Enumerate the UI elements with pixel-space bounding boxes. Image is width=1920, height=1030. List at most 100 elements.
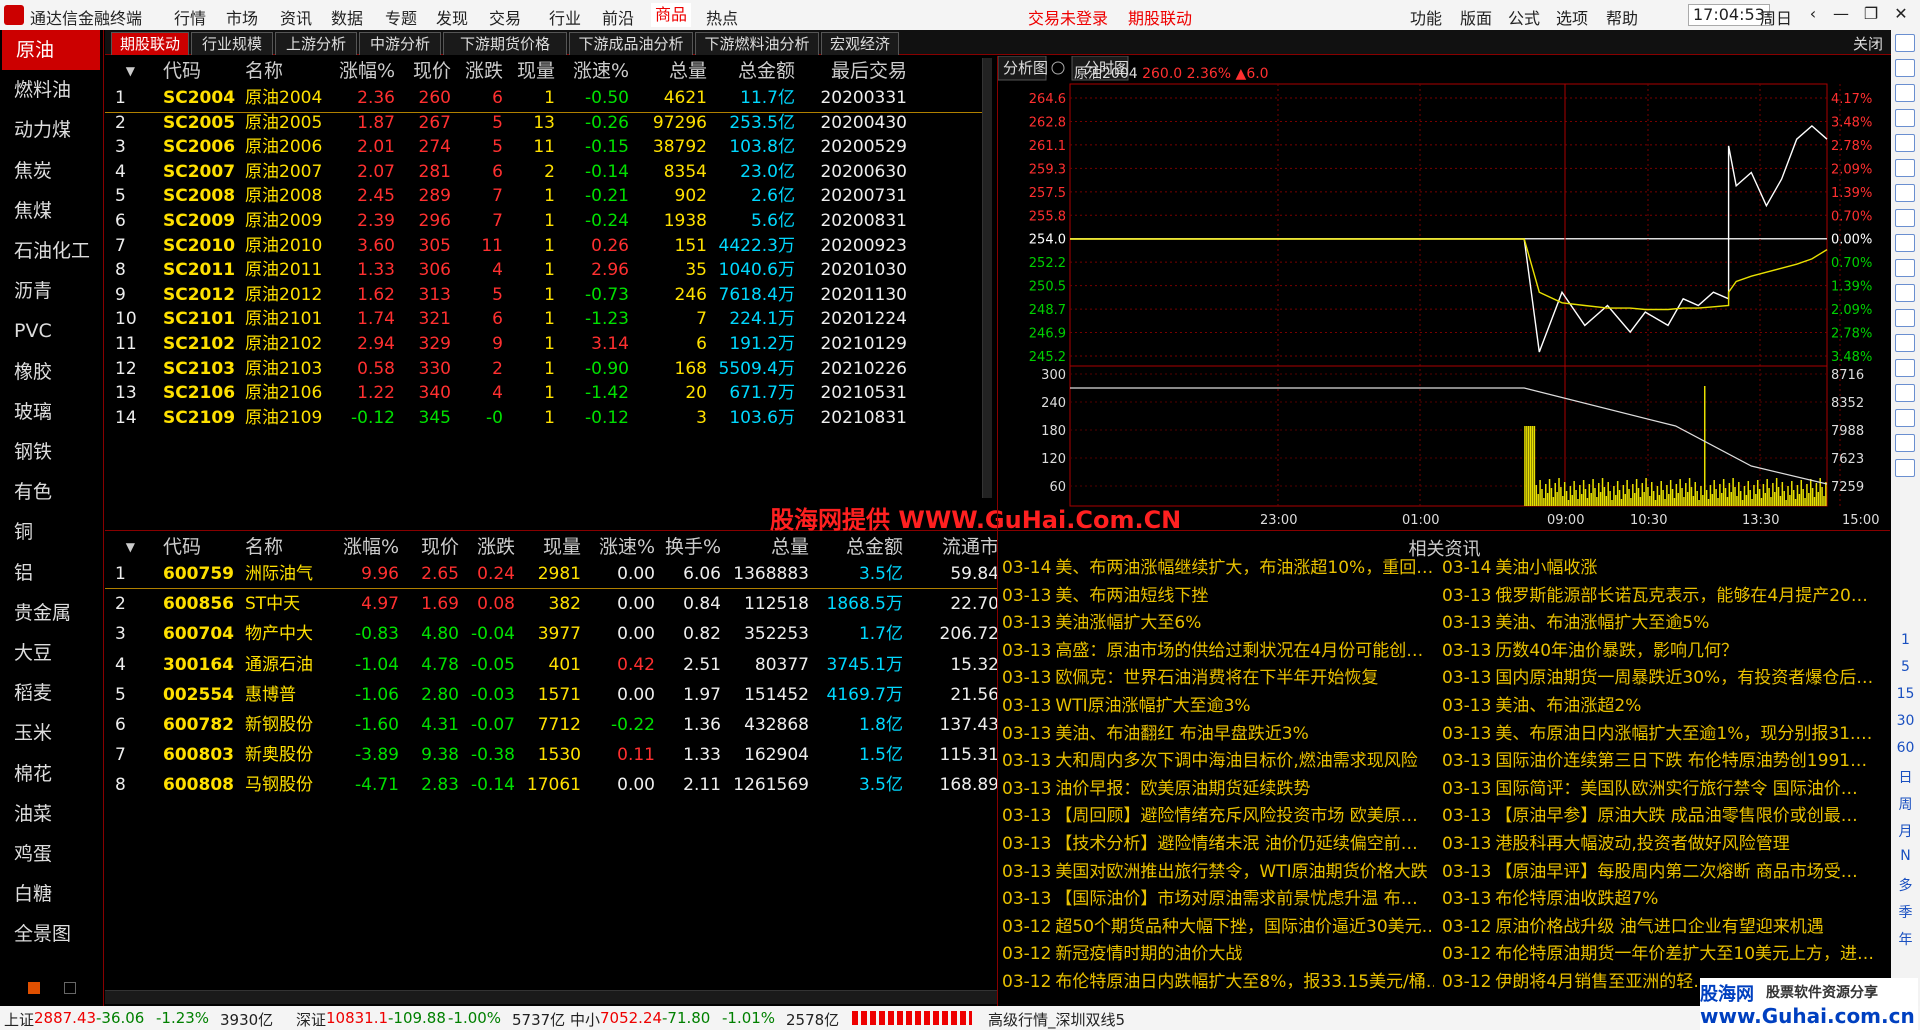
- menu-item-right[interactable]: 公式: [1508, 5, 1540, 29]
- sidebar-item[interactable]: 原油: [2, 30, 100, 70]
- tool-icon[interactable]: [1895, 309, 1915, 327]
- tab[interactable]: 期股联动: [111, 32, 189, 55]
- sidebar-item[interactable]: 贵金属: [0, 593, 104, 633]
- tab[interactable]: 下游成品油分析: [569, 32, 693, 55]
- layout-toggle-icon[interactable]: [64, 982, 76, 994]
- menu-item[interactable]: 资讯: [280, 5, 312, 29]
- table-row[interactable]: 3 600704 物产中大 -0.83 4.80 -0.04 3977 0.00 0.82 352…: [105, 619, 997, 649]
- futures-col-header[interactable]: 现价: [401, 56, 451, 86]
- stocks-col-header[interactable]: 现价: [401, 532, 459, 562]
- news-item[interactable]: 03-12 布伦特原油日内跌幅扩大至8%，报33.15美元/桶…: [1002, 969, 1434, 995]
- news-item[interactable]: 03-13 大和周内多次下调中海油目标价,燃油需求现风险: [1002, 748, 1434, 774]
- stocks-hscrollbar[interactable]: [105, 990, 997, 1004]
- tab[interactable]: 下游燃料油分析: [695, 32, 819, 55]
- menu-item-right[interactable]: 帮助: [1606, 5, 1638, 29]
- menu-item-right[interactable]: 选项: [1556, 5, 1588, 29]
- sidebar-item[interactable]: 鸡蛋: [0, 834, 104, 874]
- table-row[interactable]: 14 SC2109 原油2109 -0.12 345 -0 1 -0.12 3 103.6万 202…: [105, 403, 985, 433]
- tool-icon[interactable]: [1895, 234, 1915, 252]
- news-item[interactable]: 03-13 【国际油价】市场对原油需求前景忧虑升温 布…: [1002, 886, 1434, 912]
- tab[interactable]: 宏观经济: [821, 32, 899, 55]
- futures-stock-link[interactable]: 期股联动: [1128, 5, 1192, 29]
- tool-icon[interactable]: [1895, 409, 1915, 427]
- login-status[interactable]: 交易未登录: [1028, 5, 1108, 29]
- period-button[interactable]: 5: [1891, 659, 1920, 675]
- menu-item[interactable]: 行情: [174, 5, 206, 29]
- news-item[interactable]: 03-13 国内原油期货一周暴跌近30%，有投资者爆仓后…: [1442, 665, 1874, 691]
- news-item[interactable]: 03-14 美、布两油涨幅继续扩大，布油涨超10%，重回…: [1002, 555, 1434, 581]
- period-button[interactable]: 30: [1891, 713, 1920, 729]
- period-button[interactable]: 周: [1891, 794, 1920, 814]
- stocks-col-header[interactable]: 涨速%: [585, 532, 655, 562]
- menu-item[interactable]: 专题: [385, 5, 417, 29]
- menu-item[interactable]: 市场: [226, 5, 258, 29]
- sidebar-item[interactable]: 沥青: [0, 271, 104, 311]
- menu-item[interactable]: 行业: [549, 5, 581, 29]
- news-item[interactable]: 03-12 布伦特原油期货一年价差扩大至10美元上方，进…: [1442, 941, 1874, 967]
- menu-item[interactable]: 商品: [651, 3, 692, 27]
- period-button[interactable]: 15: [1891, 686, 1920, 702]
- table-row[interactable]: 4 300164 通源石油 -1.04 4.78 -0.05 401 0.42 2.51 8037…: [105, 650, 997, 680]
- close-panel-button[interactable]: 关闭: [1853, 33, 1883, 54]
- news-item[interactable]: 03-13 【周回顾】避险情绪充斥风险投资市场 欧美原…: [1002, 803, 1434, 829]
- stocks-col-header[interactable]: 名称: [245, 532, 327, 562]
- tool-icon[interactable]: [1895, 59, 1915, 77]
- sidebar-item[interactable]: 油菜: [0, 794, 104, 834]
- news-item[interactable]: 03-12 原油价格战升级 油气进口企业有望迎来机遇: [1442, 914, 1874, 940]
- stocks-col-header[interactable]: 总量: [725, 532, 809, 562]
- sidebar-item[interactable]: 玻璃: [0, 392, 104, 432]
- period-button[interactable]: 多: [1891, 875, 1920, 895]
- futures-col-header[interactable]: 最后交易: [799, 56, 907, 86]
- futures-col-header[interactable]: 涨速%: [561, 56, 629, 86]
- table-row[interactable]: 2 600856 ST中天 4.97 1.69 0.08 382 0.00 0.84 112518…: [105, 589, 997, 619]
- sidebar-item[interactable]: 焦煤: [0, 191, 104, 231]
- menu-item[interactable]: 发现: [436, 5, 468, 29]
- news-item[interactable]: 03-13 历数40年油价暴跌，影响几何？: [1442, 638, 1874, 664]
- news-item[interactable]: 03-13 俄罗斯能源部长诺瓦克表示，能够在4月提产20…: [1442, 583, 1874, 609]
- sidebar-item[interactable]: 燃料油: [0, 70, 104, 110]
- tool-icon[interactable]: [1895, 384, 1915, 402]
- menu-item[interactable]: 交易: [489, 5, 521, 29]
- table-row[interactable]: 8 600808 马钢股份 -4.71 2.83 -0.14 17061 0.00 2.11 12…: [105, 770, 997, 800]
- menu-item[interactable]: 数据: [331, 5, 363, 29]
- tool-icon[interactable]: [1895, 159, 1915, 177]
- period-button[interactable]: N: [1891, 848, 1920, 864]
- refresh-icon[interactable]: [1051, 61, 1065, 75]
- tab[interactable]: 行业规模: [191, 32, 273, 55]
- news-item[interactable]: 03-13 美油、布油涨超2%: [1442, 693, 1874, 719]
- futures-col-header[interactable]: 涨跌: [451, 56, 503, 86]
- futures-col-header[interactable]: 代码: [163, 56, 233, 86]
- period-button[interactable]: 60: [1891, 740, 1920, 756]
- sidebar-item[interactable]: 稻麦: [0, 673, 104, 713]
- period-button[interactable]: 日: [1891, 767, 1920, 787]
- stocks-col-header[interactable]: 涨跌: [461, 532, 515, 562]
- sidebar-item[interactable]: 橡胶: [0, 352, 104, 392]
- sidebar-item[interactable]: 白糖: [0, 874, 104, 914]
- sidebar-item[interactable]: 钢铁: [0, 432, 104, 472]
- period-button[interactable]: 月: [1891, 821, 1920, 841]
- period-button[interactable]: 1: [1891, 632, 1920, 648]
- tool-icon[interactable]: [1895, 334, 1915, 352]
- table-row[interactable]: 5 002554 惠博普 -1.06 2.80 -0.03 1571 0.00 1.97 1514…: [105, 680, 997, 710]
- futures-col-header[interactable]: 名称: [245, 56, 327, 86]
- sidebar-item[interactable]: 动力煤: [0, 110, 104, 150]
- news-item[interactable]: 03-13 美、布两油短线下挫: [1002, 583, 1434, 609]
- stocks-col-header[interactable]: 代码: [163, 532, 233, 562]
- minimize-icon[interactable]: —: [1828, 4, 1854, 23]
- menu-item[interactable]: 前沿: [602, 5, 634, 29]
- sidebar-item[interactable]: 棉花: [0, 754, 104, 794]
- sort-icon[interactable]: ▼: [121, 532, 135, 562]
- sidebar-item[interactable]: 铜: [0, 512, 104, 552]
- layout-toggle-icon[interactable]: [28, 982, 40, 994]
- tool-icon[interactable]: [1895, 284, 1915, 302]
- news-item[interactable]: 03-13 高盛：原油市场的供给过剩状况在4月份可能创…: [1002, 638, 1434, 664]
- news-item[interactable]: 03-13 WTI原油涨幅扩大至逾3%: [1002, 693, 1434, 719]
- futures-col-header[interactable]: 现量: [503, 56, 555, 86]
- futures-col-header[interactable]: 总量: [633, 56, 707, 86]
- close-icon[interactable]: ✕: [1888, 4, 1914, 23]
- news-item[interactable]: 03-13 【原油早评】每股周内第二次熔断 商品市场受…: [1442, 859, 1874, 885]
- menu-item-right[interactable]: 版面: [1460, 5, 1492, 29]
- futures-col-header[interactable]: 总金额: [711, 56, 795, 86]
- period-button[interactable]: 年: [1891, 929, 1920, 949]
- menu-item-right[interactable]: 功能: [1410, 5, 1442, 29]
